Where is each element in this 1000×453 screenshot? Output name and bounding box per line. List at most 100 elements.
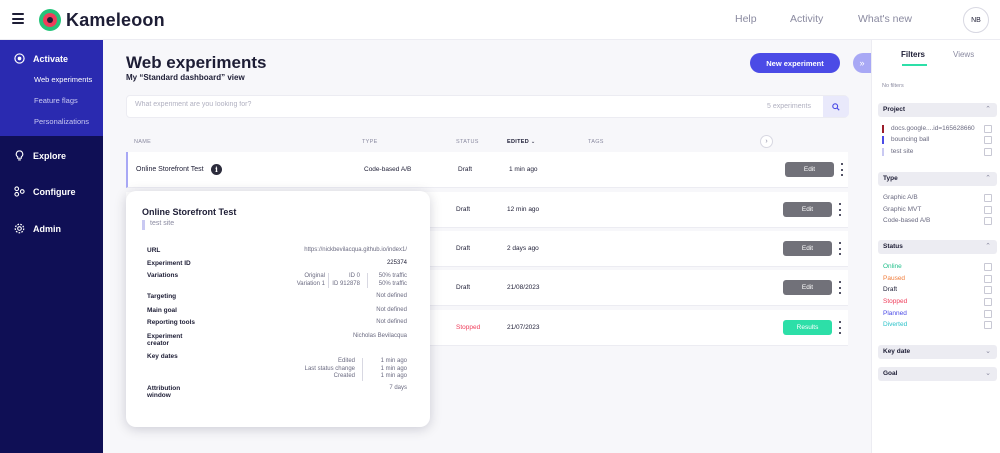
edit-button[interactable]: Edit (783, 202, 832, 217)
edit-button[interactable]: Edit (783, 241, 832, 256)
filter-option-status: Stopped (883, 298, 908, 305)
experiment-type: Code-based A/B (364, 166, 412, 173)
search-input[interactable] (135, 101, 695, 108)
filter-checkbox[interactable] (984, 310, 992, 318)
status-badge: Stopped (456, 324, 481, 331)
sidebar-item-configure[interactable]: Configure (14, 186, 76, 197)
filter-checkbox[interactable] (984, 286, 992, 294)
table-row[interactable]: Online Storefront Test i Code-based A/B Dra… (126, 152, 848, 188)
filter-option-type: Graphic MVT (883, 206, 922, 213)
double-chevron-right-icon: » (859, 58, 865, 68)
attribution-label: Attribution window (147, 385, 180, 399)
filter-checkbox[interactable] (984, 263, 992, 271)
filter-checkbox[interactable] (984, 321, 992, 329)
sidebar-item-web-experiments[interactable]: Web experiments (34, 75, 92, 84)
edited-date: 21/07/2023 (507, 324, 540, 331)
filter-checkbox[interactable] (984, 148, 992, 156)
filter-section-title: Status (883, 243, 903, 250)
filter-section-type[interactable]: Type ⌃ (878, 172, 997, 186)
status-badge: Draft (456, 206, 471, 213)
key-date-values: 1 min ago 1 min ago 1 min ago (381, 358, 407, 381)
more-options-icon[interactable] (840, 163, 844, 176)
status-badge: Draft (456, 245, 471, 252)
new-experiment-button[interactable]: New experiment (750, 53, 840, 73)
key-dates-label: Key dates (147, 353, 178, 360)
sidebar: Activate Web experiments Feature flags P… (0, 40, 103, 453)
menu-icon[interactable] (12, 13, 24, 24)
url-label: URL (147, 247, 161, 254)
tab-filters[interactable]: Filters (901, 50, 925, 59)
filter-option-status: Planned (883, 310, 907, 317)
results-button[interactable]: Results (783, 320, 832, 335)
filter-option-status: Diverted (883, 321, 908, 328)
collapse-panel-button[interactable]: » (853, 53, 871, 73)
filter-section-goal[interactable]: Goal ⌄ (878, 367, 997, 381)
help-link[interactable]: Help (735, 13, 757, 25)
project-color-marker (882, 125, 884, 133)
gear-icon (14, 223, 25, 234)
sidebar-item-explore[interactable]: Explore (14, 150, 66, 161)
info-icon[interactable]: i (211, 164, 222, 175)
filter-option-status: Paused (883, 275, 906, 282)
filter-checkbox[interactable] (984, 125, 992, 133)
sidebar-item-personalizations[interactable]: Personalizations (34, 117, 89, 126)
variation-id: ID 912878 (332, 280, 360, 287)
column-header-label: EDITED (507, 139, 529, 145)
column-header-status[interactable]: STATUS (456, 139, 479, 145)
more-options-icon[interactable] (838, 281, 842, 294)
filter-section-project[interactable]: Project ⌃ (878, 103, 997, 117)
column-header-tags[interactable]: TAGS (588, 139, 604, 145)
sidebar-item-label: Explore (33, 150, 67, 161)
key-date-labels: Edited Last status change Created (305, 358, 355, 381)
filter-section-title: Type (883, 175, 898, 182)
column-settings-button[interactable]: › (760, 135, 773, 148)
lightbulb-icon (15, 150, 24, 161)
filter-checkbox[interactable] (984, 298, 992, 306)
sidebar-item-admin[interactable]: Admin (14, 223, 61, 234)
filter-checkbox[interactable] (984, 217, 992, 225)
chevron-up-icon: ⌃ (985, 106, 991, 113)
key-date-value: 1 min ago (380, 373, 407, 380)
filter-section-title: Project (883, 106, 906, 113)
targeting-value: Not defined (376, 293, 407, 299)
attribution-label-line: window (147, 392, 171, 399)
more-options-icon[interactable] (838, 321, 842, 334)
variation-names: Original Variation 1 (297, 273, 325, 288)
variation-name: Original (304, 273, 325, 279)
activity-link[interactable]: Activity (790, 13, 823, 25)
experiment-details-popover: Online Storefront Test test site URL htt… (126, 191, 430, 427)
project-color-marker (882, 148, 884, 156)
attribution-label-line: Attribution (147, 385, 181, 392)
active-tab-indicator (902, 64, 927, 66)
url-value: https://nickbevilacqua.github.io/index1/ (304, 247, 407, 253)
edited-date: 21/08/2023 (507, 284, 540, 291)
filter-checkbox[interactable] (984, 194, 992, 202)
dashboard-view-label: My “Standard dashboard” view (126, 73, 245, 82)
column-header-edited[interactable]: EDITED ⌄ (507, 139, 536, 145)
avatar[interactable]: NB (963, 7, 989, 33)
tab-views[interactable]: Views (953, 50, 974, 59)
edit-button[interactable]: Edit (783, 280, 832, 295)
filter-checkbox[interactable] (984, 206, 992, 214)
sidebar-item-feature-flags[interactable]: Feature flags (34, 96, 78, 105)
kameleoon-logo-icon (39, 9, 61, 31)
filter-checkbox[interactable] (984, 136, 992, 144)
experiment-id-value: 225374 (386, 260, 407, 266)
column-header-name[interactable]: NAME (134, 139, 151, 145)
more-options-icon[interactable] (838, 242, 842, 255)
filters-panel: Filters Views No filters Project ⌃ docs.… (871, 40, 1000, 453)
chevron-down-icon: ⌄ (530, 139, 536, 145)
more-options-icon[interactable] (838, 203, 842, 216)
filter-section-status[interactable]: Status ⌃ (878, 240, 997, 254)
whats-new-link[interactable]: What's new (858, 13, 912, 25)
activate-icon (14, 53, 25, 64)
sidebar-item-activate[interactable]: Activate (14, 53, 68, 64)
filter-section-key-date[interactable]: Key date ⌄ (878, 345, 997, 359)
search-button[interactable] (823, 96, 849, 117)
column-header-type[interactable]: TYPE (362, 139, 378, 145)
status-badge: Draft (458, 166, 473, 173)
filter-checkbox[interactable] (984, 275, 992, 283)
edited-date: 2 days ago (507, 245, 539, 252)
edit-button[interactable]: Edit (785, 162, 834, 177)
filter-section-title: Key date (883, 348, 911, 355)
